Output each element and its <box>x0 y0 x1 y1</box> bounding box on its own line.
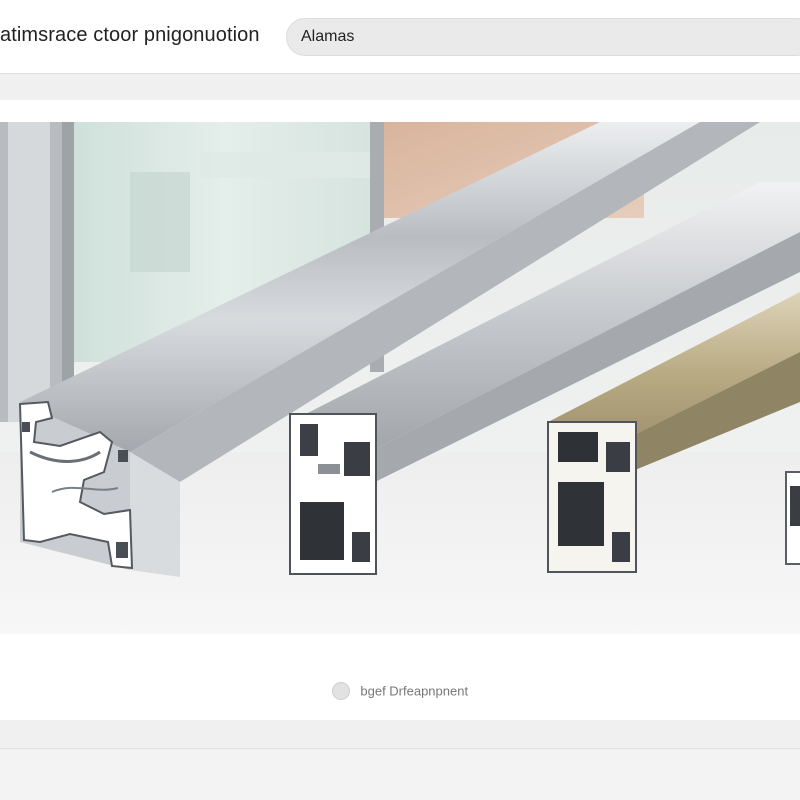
footer-bar <box>0 748 800 800</box>
image-caption: bgef Drfeapnpnent <box>0 682 800 704</box>
profile-3-cross-section <box>547 421 637 573</box>
circle-bullet-icon <box>331 682 350 700</box>
search-input[interactable] <box>286 18 800 56</box>
product-image[interactable] <box>0 122 800 634</box>
top-bar: atimsrace ctoor pnigonuotion <box>0 0 800 74</box>
profile-2-cross-section <box>289 413 377 575</box>
page-title: atimsrace ctoor pnigonuotion <box>0 24 260 46</box>
caption-text: bgef Drfeapnpnent <box>360 683 469 699</box>
product-card: bgef Drfeapnpnent <box>0 100 800 720</box>
profile-4-cross-section <box>785 471 800 565</box>
